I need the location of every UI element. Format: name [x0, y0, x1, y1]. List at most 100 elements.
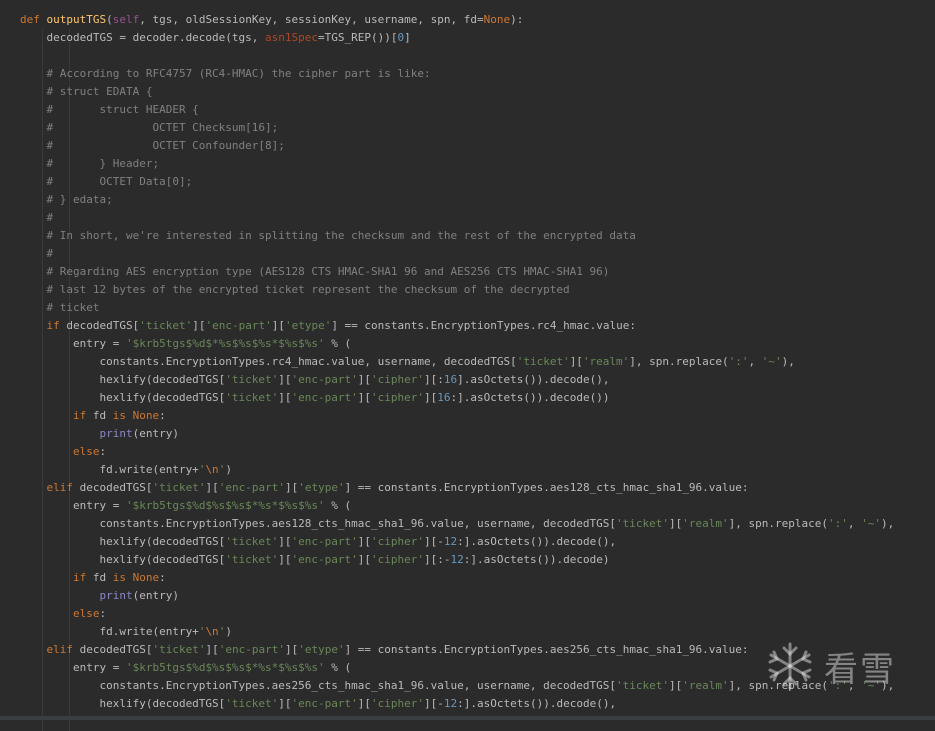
- code-token: 'enc-part': [218, 481, 285, 494]
- code-token: # last 12 bytes of the encrypted ticket …: [20, 283, 570, 296]
- code-token: 12: [443, 535, 458, 548]
- code-line[interactable]: hexlify(decodedTGS['ticket']['enc-part']…: [20, 551, 609, 569]
- code-token: ] == constants.EncryptionTypes.aes256_ct…: [344, 643, 749, 656]
- code-token: ][: [284, 481, 299, 494]
- code-token: else: [72, 445, 100, 458]
- code-token: 'cipher': [371, 553, 425, 566]
- code-token: % (: [324, 337, 352, 350]
- code-token: '$krb5tgs$%d$*%s$%s$%s*$%s$%s': [125, 337, 325, 350]
- code-token: =TGS_REP())[: [318, 31, 398, 44]
- code-line[interactable]: print(entry): [20, 587, 178, 605]
- code-token: ][: [669, 517, 683, 530]
- code-token: 'ticket': [225, 553, 279, 566]
- code-token: 'realm': [682, 517, 729, 530]
- code-token: 'ticket': [139, 319, 193, 332]
- code-line[interactable]: # last 12 bytes of the encrypted ticket …: [20, 281, 570, 299]
- code-token: ][: [205, 643, 219, 656]
- code-token: ,: [748, 355, 762, 368]
- code-line[interactable]: # struct EDATA {: [20, 83, 152, 101]
- code-line[interactable]: # In short, we're interested in splittin…: [20, 227, 636, 245]
- code-line[interactable]: constants.EncryptionTypes.aes128_cts_hma…: [20, 515, 894, 533]
- code-line[interactable]: entry = '$krb5tgs$%d$*%s$%s$%s*$%s$%s' %…: [20, 335, 351, 353]
- code-token: if: [72, 571, 93, 584]
- code-token: def: [20, 13, 47, 26]
- code-line[interactable]: if fd is None:: [20, 569, 166, 587]
- code-line[interactable]: else:: [20, 443, 106, 461]
- code-token: # In short, we're interested in splittin…: [20, 229, 636, 242]
- code-token: 'cipher': [371, 391, 425, 404]
- code-line[interactable]: # } Header;: [20, 155, 159, 173]
- code-token: 'ticket': [225, 697, 279, 710]
- code-line[interactable]: hexlify(decodedTGS['ticket']['enc-part']…: [20, 533, 616, 551]
- code-line[interactable]: decodedTGS = decoder.decode(tgs, asn1Spe…: [20, 29, 411, 47]
- code-token: 'enc-part': [291, 697, 358, 710]
- code-token: decodedTGS[: [79, 643, 153, 656]
- code-line[interactable]: # According to RFC4757 (RC4-HMAC) the ci…: [20, 65, 430, 83]
- code-line[interactable]: #: [20, 209, 53, 227]
- code-token: \n: [205, 463, 219, 476]
- code-token: '~': [761, 355, 782, 368]
- code-token: :].asOctets()).decode()): [450, 391, 610, 404]
- code-line[interactable]: hexlify(decodedTGS['ticket']['enc-part']…: [20, 389, 609, 407]
- code-token: ][: [192, 319, 206, 332]
- code-token: ':': [728, 355, 749, 368]
- code-line[interactable]: if decodedTGS['ticket']['enc-part']['ety…: [20, 317, 636, 335]
- code-token: ][: [278, 391, 292, 404]
- code-token: 'ticket': [616, 517, 670, 530]
- code-token: # ticket: [20, 301, 100, 314]
- code-token: :].asOctets()).decode): [463, 553, 610, 566]
- code-line[interactable]: entry = '$krb5tgs$%d$%s$%s$*%s*$%s$%s' %…: [20, 659, 351, 677]
- code-token: # Regarding AES encryption type (AES128 …: [20, 265, 610, 278]
- code-line[interactable]: fd.write(entry+'\n'): [20, 461, 231, 479]
- code-line[interactable]: # OCTET Checksum[16];: [20, 119, 278, 137]
- code-line[interactable]: # struct HEADER {: [20, 101, 198, 119]
- code-token: ][-: [424, 535, 444, 548]
- code-token: :].asOctets()).decode(),: [457, 535, 617, 548]
- code-line[interactable]: else:: [20, 605, 106, 623]
- code-token: ].asOctets()).decode(),: [457, 373, 610, 386]
- code-token: if: [72, 409, 93, 422]
- code-token: :: [99, 445, 107, 458]
- code-token: #: [20, 247, 54, 260]
- code-token: 16: [437, 391, 451, 404]
- code-line[interactable]: # OCTET Data[0];: [20, 173, 192, 191]
- code-line[interactable]: entry = '$krb5tgs$%d$%s$%s$*%s*$%s$%s' %…: [20, 497, 351, 515]
- code-token: else: [72, 607, 100, 620]
- code-token: ], spn.replace(: [728, 517, 828, 530]
- code-token: ], spn.replace(: [629, 355, 729, 368]
- code-line[interactable]: # OCTET Confounder[8];: [20, 137, 285, 155]
- code-line[interactable]: print(entry): [20, 425, 178, 443]
- code-token: 'etype': [298, 643, 345, 656]
- code-line[interactable]: # } edata;: [20, 191, 112, 209]
- code-line[interactable]: elif decodedTGS['ticket']['enc-part']['e…: [20, 479, 749, 497]
- code-token: 'enc-part': [291, 391, 358, 404]
- code-token: # struct EDATA {: [20, 85, 153, 98]
- code-token: 'enc-part': [218, 643, 285, 656]
- code-line[interactable]: hexlify(decodedTGS['ticket']['enc-part']…: [20, 695, 616, 713]
- code-token: 12: [450, 553, 464, 566]
- code-line[interactable]: hexlify(decodedTGS['ticket']['enc-part']…: [20, 371, 609, 389]
- code-token: % (: [324, 499, 352, 512]
- code-token: 'cipher': [371, 697, 425, 710]
- code-token: 'ticket': [225, 373, 279, 386]
- code-line[interactable]: # ticket: [20, 299, 99, 317]
- code-line[interactable]: #: [20, 245, 53, 263]
- code-token: '~': [861, 517, 881, 530]
- code-line[interactable]: elif decodedTGS['ticket']['enc-part']['e…: [20, 641, 749, 659]
- code-token: # OCTET Confounder[8];: [20, 139, 285, 152]
- code-line[interactable]: def outputTGS(self, tgs, oldSessionKey, …: [20, 11, 523, 29]
- code-editor[interactable]: def outputTGS(self, tgs, oldSessionKey, …: [0, 0, 935, 731]
- code-line[interactable]: # Regarding AES encryption type (AES128 …: [20, 263, 609, 281]
- code-line[interactable]: fd.write(entry+'\n'): [20, 623, 231, 641]
- code-token: decodedTGS[: [79, 481, 153, 494]
- code-token: ] == constants.EncryptionTypes.rc4_hmac.…: [331, 319, 636, 332]
- code-line[interactable]: constants.EncryptionTypes.rc4_hmac.value…: [20, 353, 794, 371]
- code-token: ]: [404, 31, 411, 44]
- code-line[interactable]: if fd is None:: [20, 407, 166, 425]
- code-token: ] == constants.EncryptionTypes.aes128_ct…: [344, 481, 749, 494]
